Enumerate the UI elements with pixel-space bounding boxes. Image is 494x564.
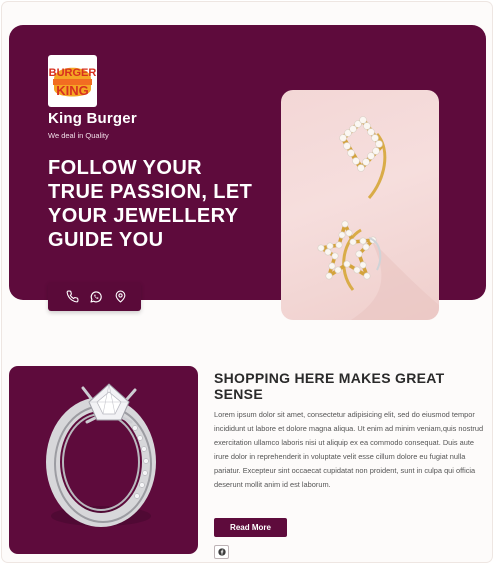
facebook-button[interactable] (214, 545, 229, 559)
hero-headline: FOLLOW YOUR TRUE PASSION, LET YOUR JEWEL… (48, 157, 253, 251)
section-body: Lorem ipsum dolor sit amet, consectetur … (214, 410, 484, 489)
logo-text-top: BURGER (49, 67, 97, 79)
phone-icon[interactable] (64, 289, 80, 305)
brand-tagline: We deal in Quality (48, 131, 109, 140)
contact-bar (48, 282, 141, 311)
logo-text-bottom: KING (56, 83, 89, 98)
whatsapp-icon[interactable] (88, 289, 104, 305)
facebook-icon (217, 548, 226, 556)
brand-name: King Burger (48, 110, 137, 127)
map-pin-icon[interactable] (112, 289, 128, 305)
ring-photo (9, 366, 198, 554)
earrings-photo (281, 90, 439, 320)
read-more-button[interactable]: Read More (214, 518, 287, 537)
brand-logo: BURGER KING (48, 55, 97, 107)
section-title: SHOPPING HERE MAKES GREAT SENSE (214, 370, 445, 402)
